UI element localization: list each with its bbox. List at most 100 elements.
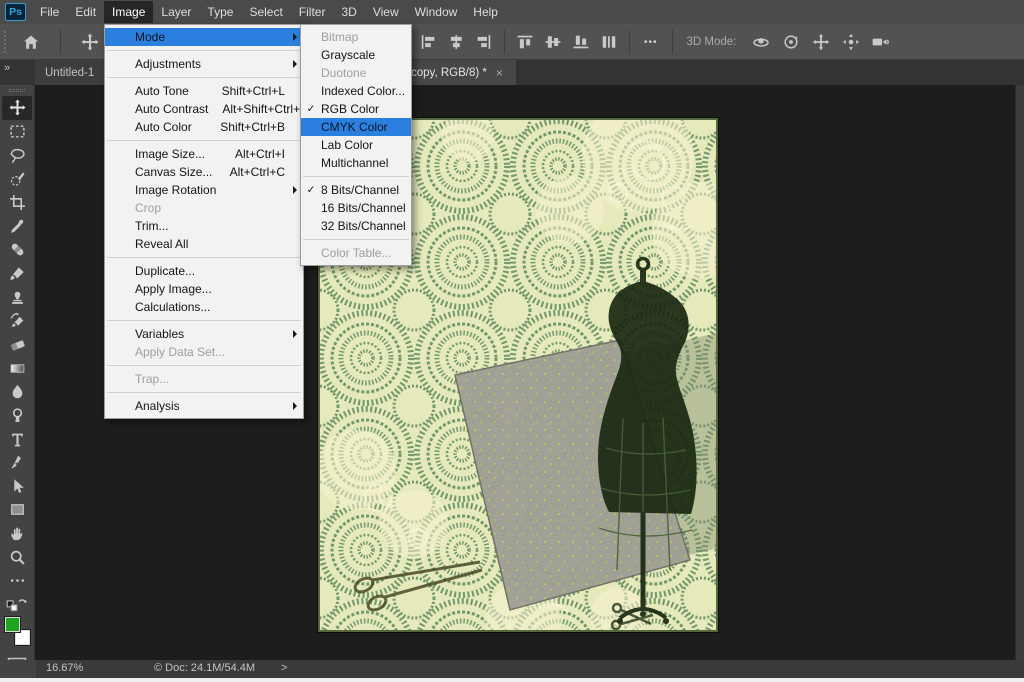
menu-item-apply-image[interactable]: Apply Image... [105, 280, 303, 298]
close-tab-icon[interactable]: × [496, 66, 503, 80]
tab-active-document[interactable]: copy, RGB/8) * × [398, 60, 516, 85]
menu-item-trim[interactable]: Trim... [105, 217, 303, 235]
default-swap-colors-icon[interactable] [6, 596, 28, 612]
3d-orbit-icon[interactable] [751, 33, 771, 51]
hand-tool[interactable] [2, 522, 32, 546]
ellipsis-icon [9, 572, 26, 589]
distribute-icon[interactable] [600, 34, 618, 50]
menu-image[interactable]: Image [104, 1, 153, 23]
menu-item-calculations[interactable]: Calculations... [105, 298, 303, 316]
image-menu-dropdown: Mode Adjustments Auto ToneShift+Ctrl+L A… [104, 24, 304, 419]
marquee-icon [9, 123, 26, 140]
menu-separator [107, 392, 301, 393]
status-chevron-icon[interactable]: > [281, 662, 287, 674]
menu-item-image-rotation[interactable]: Image Rotation [105, 181, 303, 199]
submenu-item-grayscale[interactable]: Grayscale [301, 46, 411, 64]
type-tool[interactable] [2, 427, 32, 451]
menu-help[interactable]: Help [465, 1, 506, 23]
edit-toolbar-button[interactable] [2, 569, 32, 593]
3d-camera-icon[interactable] [871, 33, 891, 51]
bandage-icon [9, 241, 26, 258]
menu-item-auto-tone[interactable]: Auto ToneShift+Ctrl+L [105, 82, 303, 100]
move-tool[interactable] [2, 96, 32, 120]
zoom-level-field[interactable]: 16.67% [46, 662, 83, 674]
photoshop-window: Ps File Edit Image Layer Type Select Fil… [0, 0, 1024, 682]
checkmark-icon: ✓ [301, 184, 321, 196]
path-selection-tool[interactable] [2, 474, 32, 498]
align-left-edges-icon[interactable] [419, 34, 437, 50]
tools-panel-footer [0, 660, 36, 678]
eraser-tool[interactable] [2, 333, 32, 357]
menu-item-adjustments[interactable]: Adjustments [105, 55, 303, 73]
blur-tool[interactable] [2, 380, 32, 404]
menu-view[interactable]: View [365, 1, 407, 23]
lasso-tool[interactable] [2, 143, 32, 167]
menu-item-auto-color[interactable]: Auto ColorShift+Ctrl+B [105, 118, 303, 136]
menu-select[interactable]: Select [241, 1, 290, 23]
panel-dock-collapsed[interactable] [1015, 85, 1024, 660]
submenu-item-cmyk-color[interactable]: CMYK Color [301, 118, 411, 136]
tab-untitled-1[interactable]: Untitled-1 [35, 60, 113, 85]
submenu-item-rgb-color[interactable]: ✓RGB Color [301, 100, 411, 118]
align-right-edges-icon[interactable] [475, 34, 493, 50]
checkmark-icon: ✓ [301, 103, 321, 115]
menu-item-mode[interactable]: Mode [105, 28, 303, 46]
spot-healing-brush-tool[interactable] [2, 238, 32, 262]
submenu-arrow-icon [293, 186, 297, 194]
menu-item-image-size[interactable]: Image Size...Alt+Ctrl+I [105, 145, 303, 163]
submenu-item-8-bits[interactable]: ✓8 Bits/Channel [301, 181, 411, 199]
menu-file[interactable]: File [32, 1, 67, 23]
tools-panel-grip[interactable] [9, 89, 25, 92]
menu-3d[interactable]: 3D [333, 1, 364, 23]
align-horizontal-centers-icon[interactable] [447, 34, 465, 50]
zoom-tool[interactable] [2, 545, 32, 569]
options-divider [629, 30, 630, 54]
menu-item-analysis[interactable]: Analysis [105, 397, 303, 415]
submenu-item-indexed-color[interactable]: Indexed Color... [301, 82, 411, 100]
gradient-tool[interactable] [2, 356, 32, 380]
tools-panel [0, 85, 35, 678]
rectangle-tool[interactable] [2, 498, 32, 522]
menu-edit[interactable]: Edit [67, 1, 104, 23]
brush-icon [9, 265, 26, 282]
more-options-button[interactable]: ••• [636, 37, 666, 48]
brush-tool[interactable] [2, 262, 32, 286]
align-bottom-edges-icon[interactable] [572, 34, 590, 50]
align-vertical-centers-icon[interactable] [544, 34, 562, 50]
3d-roll-icon[interactable] [781, 33, 801, 51]
expand-panels-icon[interactable]: » [4, 62, 9, 74]
menu-type[interactable]: Type [199, 1, 241, 23]
submenu-item-multichannel[interactable]: Multichannel [301, 154, 411, 172]
history-brush-icon [9, 312, 26, 329]
eyedropper-tool[interactable] [2, 214, 32, 238]
crop-tool[interactable] [2, 191, 32, 215]
submenu-item-16-bits[interactable]: 16 Bits/Channel [301, 199, 411, 217]
dodge-tool[interactable] [2, 404, 32, 428]
foreground-color-swatch[interactable] [4, 616, 21, 633]
submenu-item-32-bits[interactable]: 32 Bits/Channel [301, 217, 411, 235]
submenu-item-lab-color[interactable]: Lab Color [301, 136, 411, 154]
menu-item-canvas-size[interactable]: Canvas Size...Alt+Ctrl+C [105, 163, 303, 181]
menu-filter[interactable]: Filter [291, 1, 334, 23]
menu-window[interactable]: Window [407, 1, 466, 23]
menu-layer[interactable]: Layer [153, 1, 199, 23]
menu-item-variables[interactable]: Variables [105, 325, 303, 343]
menu-item-duplicate[interactable]: Duplicate... [105, 262, 303, 280]
clone-stamp-tool[interactable] [2, 285, 32, 309]
3d-slide-icon[interactable] [841, 33, 861, 51]
menu-item-auto-contrast[interactable]: Auto ContrastAlt+Shift+Ctrl+L [105, 100, 303, 118]
tab-title: copy, RGB/8) * [411, 67, 487, 79]
history-brush-tool[interactable] [2, 309, 32, 333]
menu-separator [107, 257, 301, 258]
home-button[interactable] [8, 29, 54, 55]
menu-item-reveal-all[interactable]: Reveal All [105, 235, 303, 253]
pen-tool[interactable] [2, 451, 32, 475]
dodge-icon [9, 407, 26, 424]
quick-selection-tool[interactable] [2, 167, 32, 191]
options-divider [672, 30, 673, 54]
submenu-item-color-table: Color Table... [301, 244, 411, 262]
align-top-edges-icon[interactable] [516, 34, 534, 50]
quick-selection-icon [9, 170, 26, 187]
3d-pan-icon[interactable] [811, 33, 831, 51]
rectangular-marquee-tool[interactable] [2, 120, 32, 144]
